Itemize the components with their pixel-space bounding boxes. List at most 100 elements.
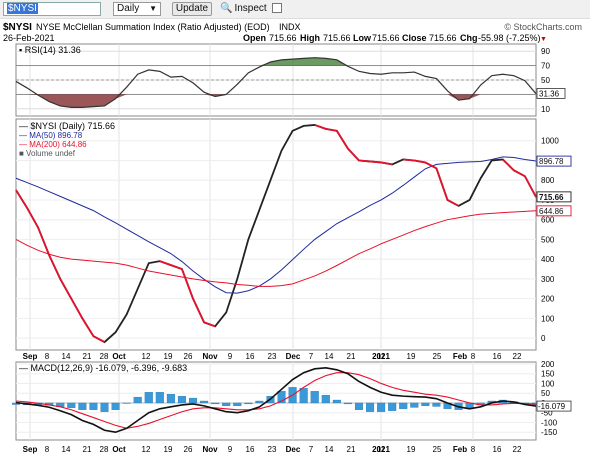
- price-last-value: 644.86: [539, 207, 564, 216]
- price-y-tick-label: 300: [541, 275, 555, 284]
- macd-y-tick-label: 100: [541, 379, 555, 388]
- price-legend-ma200: — MA(200) 644.86: [19, 140, 87, 149]
- price-y-tick-label: 1000: [541, 137, 559, 146]
- down-arrow-icon: ▼: [540, 36, 547, 43]
- macd-x-tick-label: 16: [246, 445, 255, 454]
- macd-x-tick-label: 7: [309, 445, 314, 454]
- price-y-tick-label: 100: [541, 314, 555, 323]
- chg-label: Chg: [460, 33, 478, 43]
- price-x-tick-label: 16: [246, 352, 255, 361]
- macd-x-tick-label: 19: [164, 445, 173, 454]
- macd-histogram-bar: [332, 399, 341, 404]
- rsi-y-tick-label: 50: [541, 76, 550, 85]
- symbol-input-value[interactable]: $NYSI: [7, 3, 38, 14]
- period-select-value: Daily: [117, 3, 140, 14]
- macd-histogram-bar: [200, 400, 209, 404]
- price-x-tick-label: 9: [228, 352, 233, 361]
- macd-histogram-bar: [111, 402, 120, 410]
- macd-histogram-bar: [299, 388, 308, 404]
- rsi-last-value: 31.36: [539, 89, 560, 98]
- macd-histogram-bar: [155, 392, 164, 404]
- macd-histogram-bar: [211, 402, 220, 405]
- macd-x-tick-label: 26: [184, 445, 193, 454]
- macd-x-tick-label: 9: [228, 445, 233, 454]
- header-name: NYSE McClellan Summation Index (Ratio Ad…: [36, 22, 270, 32]
- symbol-input[interactable]: $NYSI: [3, 2, 101, 16]
- rsi-y-tick-label: 90: [541, 47, 550, 56]
- macd-histogram-bar: [255, 400, 264, 404]
- macd-histogram-bar: [321, 394, 330, 404]
- macd-x-tick-label: 11: [377, 445, 386, 454]
- inspect-control[interactable]: 🔍 Inspect: [220, 2, 267, 16]
- macd-last-value: -16.079: [538, 402, 566, 411]
- price-legend-ma50: — MA(50) 896.78: [19, 131, 83, 140]
- low-label: Low: [353, 33, 372, 43]
- macd-title: — MACD(12,26,9) -16.079, -6.396, -9.683: [19, 363, 187, 373]
- macd-x-tick-label: Feb: [453, 445, 467, 454]
- price-panel: [15, 118, 537, 351]
- macd-x-tick-label: 21: [83, 445, 92, 454]
- rsi-y-tick-label: 70: [541, 62, 550, 71]
- header-symbol: $NYSI: [3, 22, 32, 33]
- macd-histogram-bar: [343, 402, 352, 405]
- price-x-tick-label: 11: [377, 352, 386, 361]
- price-x-tick-label: 7: [309, 352, 314, 361]
- high-label: High: [300, 33, 320, 43]
- macd-x-tick-label: 16: [493, 445, 502, 454]
- price-legend-volume: ■ Volume undef: [19, 149, 76, 158]
- price-x-tick-label: Feb: [453, 352, 467, 361]
- macd-x-tick-label: 8: [471, 445, 476, 454]
- price-x-tick-label: 26: [184, 352, 193, 361]
- price-y-tick-label: 400: [541, 255, 555, 264]
- macd-x-tick-label: 23: [268, 445, 277, 454]
- macd-histogram-bar: [399, 402, 408, 409]
- header-date: 26-Feb-2021: [3, 33, 55, 43]
- update-button[interactable]: Update: [172, 2, 212, 16]
- macd-histogram-bar: [366, 402, 375, 412]
- chg-value: -55.98 (-7.25%): [478, 33, 541, 43]
- macd-histogram-bar: [233, 402, 242, 407]
- macd-histogram-bar: [244, 402, 253, 405]
- price-y-tick-label: 500: [541, 235, 555, 244]
- quote-bar: Open 715.66 High 715.66 Low 715.66 Close…: [243, 33, 547, 43]
- macd-histogram-bar: [432, 402, 441, 407]
- price-last-value: 715.66: [539, 193, 564, 202]
- price-x-tick-label: 16: [493, 352, 502, 361]
- macd-histogram-bar: [310, 391, 319, 404]
- open-label: Open: [243, 33, 266, 43]
- macd-histogram-bar: [166, 394, 175, 404]
- price-x-tick-label: 21: [347, 352, 356, 361]
- toolbar: $NYSI Daily ▼ Update 🔍 Inspect: [0, 0, 590, 19]
- macd-x-tick-label: 14: [62, 445, 71, 454]
- macd-x-tick-label: 22: [513, 445, 522, 454]
- price-x-tick-label: 14: [62, 352, 71, 361]
- macd-histogram-bar: [78, 402, 87, 410]
- macd-x-tick-label: 25: [433, 445, 442, 454]
- macd-x-tick-label: 14: [325, 445, 334, 454]
- inspect-label: Inspect: [234, 3, 267, 14]
- rsi-title: ▪ RSI(14) 31.36: [19, 45, 81, 55]
- price-down-segment: [358, 159, 371, 163]
- period-select[interactable]: Daily ▼: [113, 2, 161, 16]
- header-copyright: © StockCharts.com: [504, 22, 582, 32]
- price-y-tick-label: 0: [541, 334, 546, 343]
- price-x-tick-label: Oct: [112, 352, 126, 361]
- price-x-tick-label: 21: [83, 352, 92, 361]
- chart-canvas: $NYSI NYSE McClellan Summation Index (Ra…: [3, 22, 582, 454]
- open-value: 715.66: [269, 33, 297, 43]
- macd-x-tick-label: Dec: [286, 445, 301, 454]
- macd-histogram-bar: [222, 402, 231, 407]
- inspect-checkbox[interactable]: [272, 3, 282, 13]
- macd-x-tick-label: Nov: [202, 445, 218, 454]
- macd-y-tick-label: 200: [541, 360, 555, 369]
- high-value: 715.66: [323, 33, 351, 43]
- macd-y-tick-label: 150: [541, 370, 555, 379]
- header-exchange: INDX: [279, 22, 301, 32]
- price-last-value: 896.78: [539, 157, 564, 166]
- price-x-tick-label: Sep: [23, 352, 38, 361]
- macd-x-tick-label: 8: [45, 445, 50, 454]
- macd-y-tick-label: -100: [541, 418, 558, 427]
- macd-histogram-bar: [354, 402, 364, 410]
- price-x-tick-label: 8: [45, 352, 50, 361]
- price-x-tick-label: 28: [100, 352, 109, 361]
